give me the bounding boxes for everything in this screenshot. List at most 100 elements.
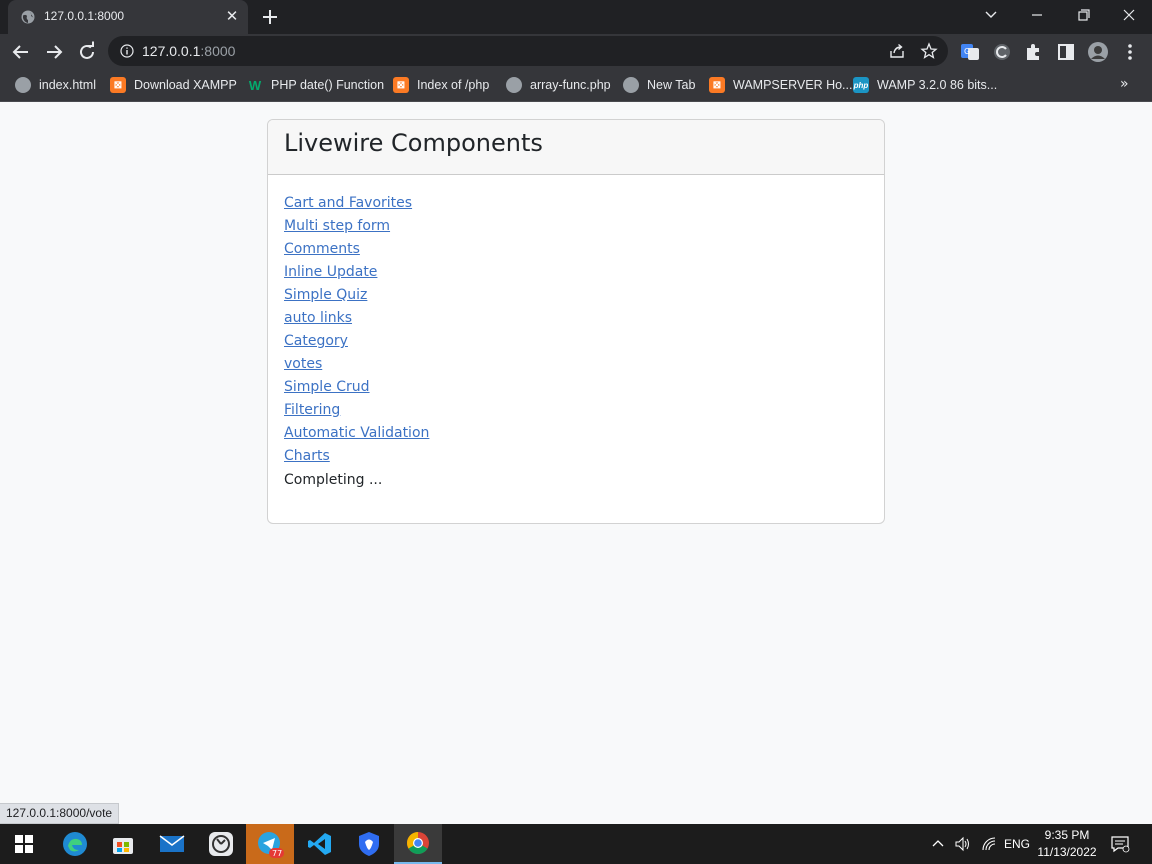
- browser-toolbar: 127.0.0.1:8000 G: [0, 34, 1152, 69]
- card-header: Livewire Components: [268, 120, 884, 175]
- bookmarks-bar: index.html ⊠ Download XAMPP W PHP date()…: [0, 69, 1152, 102]
- taskbar-clock[interactable]: 9:35 PM 11/13/2022: [1030, 827, 1104, 861]
- list-item: Automatic Validation: [284, 423, 868, 446]
- link-automatic-validation[interactable]: Automatic Validation: [284, 425, 429, 441]
- minimize-icon[interactable]: [1024, 4, 1050, 26]
- components-card: Livewire Components Cart and Favorites M…: [267, 119, 885, 524]
- taskbar-vscode[interactable]: [296, 824, 344, 864]
- list-item: Category: [284, 331, 868, 354]
- profile-avatar-icon[interactable]: [1086, 40, 1110, 64]
- list-item: Simple Crud: [284, 377, 868, 400]
- link-auto-links[interactable]: auto links: [284, 310, 352, 326]
- restore-icon[interactable]: [1070, 4, 1096, 26]
- share-icon[interactable]: [888, 42, 906, 60]
- forward-arrow-icon[interactable]: [42, 40, 66, 64]
- reload-icon[interactable]: [75, 40, 99, 64]
- bookmark-php-date[interactable]: W PHP date() Function: [247, 75, 384, 95]
- link-category[interactable]: Category: [284, 333, 348, 349]
- google-translate-icon[interactable]: G: [958, 40, 982, 64]
- close-window-icon[interactable]: [1116, 4, 1142, 26]
- menu-kebab-icon[interactable]: [1118, 40, 1142, 64]
- taskbar-store[interactable]: [99, 824, 147, 864]
- bookmark-star-icon[interactable]: [920, 42, 938, 60]
- clock-date: 11/13/2022: [1037, 845, 1097, 859]
- taskbar-mail[interactable]: [148, 824, 196, 864]
- tab-title: 127.0.0.1:8000: [44, 9, 125, 23]
- w3schools-icon: W: [248, 77, 262, 93]
- list-item: Comments: [284, 239, 868, 262]
- notification-center-icon: [1111, 836, 1130, 853]
- link-simple-quiz[interactable]: Simple Quiz: [284, 287, 367, 303]
- xampp-icon: ⊠: [393, 77, 409, 93]
- list-item: Inline Update: [284, 262, 868, 285]
- windows-taskbar: 77 ENG 9:35 PM 11/13/2022: [0, 824, 1152, 864]
- link-status-bubble: 127.0.0.1:8000/vote: [0, 803, 120, 824]
- taskbar-clock-app[interactable]: [197, 824, 245, 864]
- list-item: Filtering: [284, 400, 868, 423]
- clock-time: 9:35 PM: [1044, 828, 1090, 842]
- new-tab-plus-icon[interactable]: [258, 5, 282, 29]
- volume-icon: [955, 836, 969, 852]
- bookmark-wamp-320[interactable]: php WAMP 3.2.0 86 bits...: [853, 75, 997, 95]
- chrome-icon: [407, 832, 429, 854]
- taskbar-brave[interactable]: [345, 824, 393, 864]
- site-info-icon[interactable]: [120, 44, 134, 58]
- browser-tab[interactable]: 127.0.0.1:8000 ✕: [8, 0, 248, 34]
- globe-icon: [21, 10, 35, 24]
- link-simple-crud[interactable]: Simple Crud: [284, 379, 370, 395]
- bookmark-index-of-php[interactable]: ⊠ Index of /php: [393, 75, 489, 95]
- clock-app-icon: [209, 832, 233, 856]
- bookmark-array-func[interactable]: array-func.php: [506, 75, 611, 95]
- side-panel-icon[interactable]: [1054, 40, 1078, 64]
- link-inline-update[interactable]: Inline Update: [284, 264, 377, 280]
- extensions-puzzle-icon[interactable]: [1022, 40, 1046, 64]
- globe-icon: [506, 77, 522, 93]
- telegram-badge: 77: [272, 849, 282, 858]
- taskbar-telegram[interactable]: 77: [246, 824, 294, 864]
- telegram-icon: 77: [258, 832, 284, 858]
- vscode-icon: [308, 833, 331, 855]
- shield-icon: [359, 832, 379, 856]
- volume-tray[interactable]: [954, 824, 972, 864]
- svg-text:G: G: [964, 47, 970, 56]
- taskbar-chrome[interactable]: [394, 824, 442, 864]
- back-arrow-icon[interactable]: [9, 40, 33, 64]
- link-votes[interactable]: votes: [284, 356, 322, 372]
- list-item: Cart and Favorites: [284, 193, 868, 216]
- link-filtering[interactable]: Filtering: [284, 402, 340, 418]
- show-hidden-icons-chevron-icon[interactable]: [930, 836, 946, 852]
- component-link-list: Cart and Favorites Multi step form Comme…: [284, 193, 868, 469]
- windows-logo-icon: [15, 835, 33, 853]
- bookmark-download-xampp[interactable]: ⊠ Download XAMPP: [110, 75, 237, 95]
- list-item: Charts: [284, 446, 868, 469]
- list-item: Simple Quiz: [284, 285, 868, 308]
- globe-icon: [15, 77, 31, 93]
- more-bookmarks-chevron-icon[interactable]: »: [1120, 76, 1129, 92]
- start-button[interactable]: [0, 824, 48, 864]
- bookmark-index-html[interactable]: index.html: [15, 75, 96, 95]
- globe-icon: [623, 77, 639, 93]
- list-item: votes: [284, 354, 868, 377]
- link-cart-and-favorites[interactable]: Cart and Favorites: [284, 195, 412, 211]
- network-tray[interactable]: [981, 824, 997, 864]
- extension-c-icon[interactable]: [990, 40, 1014, 64]
- bookmark-new-tab[interactable]: New Tab: [623, 75, 695, 95]
- notifications-button[interactable]: [1110, 824, 1130, 864]
- bookmark-wampserver[interactable]: ⊠ WAMPSERVER Ho...: [709, 75, 852, 95]
- language-indicator[interactable]: ENG: [1004, 824, 1030, 864]
- xampp-icon: ⊠: [709, 77, 725, 93]
- address-bar[interactable]: 127.0.0.1:8000: [108, 36, 948, 66]
- tab-search-chevron-icon[interactable]: [978, 4, 1004, 26]
- card-title: Livewire Components: [284, 129, 543, 157]
- completing-status-text: Completing ...: [284, 472, 383, 488]
- link-charts[interactable]: Charts: [284, 448, 330, 464]
- url-text: 127.0.0.1:8000: [142, 43, 236, 59]
- card-body: Cart and Favorites Multi step form Comme…: [268, 175, 884, 508]
- link-multi-step-form[interactable]: Multi step form: [284, 218, 390, 234]
- link-comments[interactable]: Comments: [284, 241, 360, 257]
- store-icon: [113, 838, 133, 854]
- taskbar-edge[interactable]: [51, 824, 99, 864]
- mail-icon: [159, 835, 185, 852]
- list-item: auto links: [284, 308, 868, 331]
- close-tab-icon[interactable]: ✕: [224, 8, 240, 24]
